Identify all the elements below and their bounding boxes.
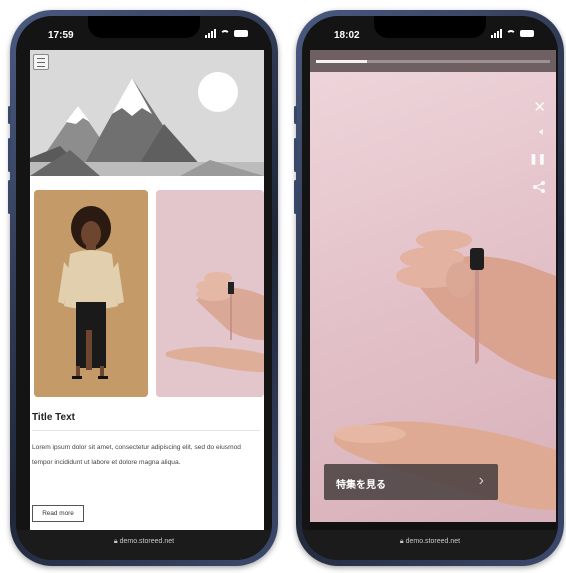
pause-icon[interactable]: ❚❚ (529, 154, 546, 165)
mute-switch (8, 106, 11, 124)
left-phone-frame: 17:59 Title Text Lorem ipsum dolor sit a… (8, 10, 278, 566)
video-bottom-edge (310, 522, 556, 530)
signal-icon (491, 29, 502, 38)
battery-icon (520, 30, 534, 37)
browser-url-bar[interactable]: 🔒︎ demo.storeed.net (16, 530, 272, 560)
wifi-icon (220, 29, 230, 38)
hamburger-menu-button[interactable] (33, 54, 49, 70)
right-phone-screen: 18:02 ✕ 🔈︎ ❚❚ 特集を見る › 🔒︎ demo.storeed.ne… (302, 16, 558, 560)
volume-up-button (8, 138, 11, 172)
volume-down-button (294, 180, 297, 214)
lock-icon: 🔒︎ (399, 538, 404, 545)
battery-icon (234, 30, 248, 37)
view-feature-button[interactable]: 特集を見る › (324, 464, 498, 500)
card-title: Title Text (32, 412, 75, 423)
card-body-text: Lorem ipsum dolor sit amet, consectetur … (32, 444, 241, 466)
volume-down-button (8, 180, 11, 214)
hand-dropper-video-frame (334, 230, 556, 510)
status-time: 18:02 (334, 30, 360, 41)
status-time: 17:59 (48, 30, 74, 41)
hand-dropper-photo (156, 190, 264, 397)
cta-label: 特集を見る (336, 480, 386, 491)
notch (88, 16, 200, 38)
status-icons (205, 29, 248, 38)
mute-switch (294, 106, 297, 124)
left-phone-screen: 17:59 Title Text Lorem ipsum dolor sit a… (16, 16, 272, 560)
divider (32, 430, 260, 431)
chevron-right-icon: › (478, 472, 484, 489)
right-phone-frame: 18:02 ✕ 🔈︎ ❚❚ 特集を見る › 🔒︎ demo.storeed.ne… (294, 10, 564, 566)
gallery-card-woman[interactable] (34, 190, 148, 397)
volume-up-button (294, 138, 297, 172)
notch (374, 16, 486, 38)
signal-icon (205, 29, 216, 38)
url-text: demo.storeed.net (405, 538, 461, 545)
wifi-icon (506, 29, 516, 38)
woman-photo (34, 190, 148, 397)
read-more-button[interactable]: Read more (32, 505, 84, 522)
placeholder-image (30, 50, 264, 176)
mountain-placeholder-icon (30, 50, 264, 176)
share-icon[interactable] (532, 180, 546, 197)
left-web-page: Title Text Lorem ipsum dolor sit amet, c… (30, 50, 264, 530)
lock-icon: 🔒︎ (113, 538, 118, 545)
status-icons (491, 29, 534, 38)
volume-icon[interactable]: 🔈︎ (539, 126, 546, 139)
image-gallery[interactable] (30, 190, 264, 398)
story-video-player[interactable]: ✕ 🔈︎ ❚❚ 特集を見る › (310, 50, 556, 530)
gallery-card-hand[interactable] (156, 190, 264, 397)
url-text: demo.storeed.net (119, 538, 175, 545)
close-icon[interactable]: ✕ (533, 98, 546, 116)
browser-url-bar[interactable]: 🔒︎ demo.storeed.net (302, 530, 558, 560)
